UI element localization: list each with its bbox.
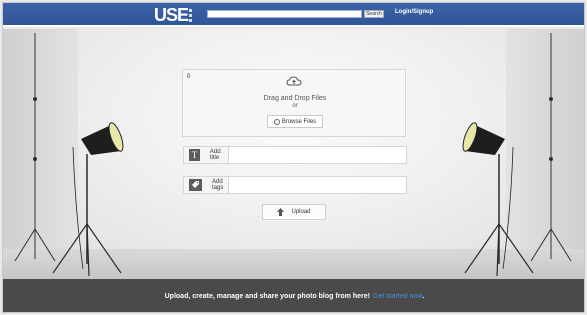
top-navbar: USE Search Login/Signup xyxy=(3,3,584,27)
logo-text: USE xyxy=(154,5,189,25)
add-tags-label: Add tags xyxy=(212,179,224,191)
login-signup-link[interactable]: Login/Signup xyxy=(395,9,433,15)
browse-files-button[interactable]: Browse Files xyxy=(267,115,323,128)
site-logo[interactable]: USE xyxy=(154,5,193,25)
studio-background: 0 Drag and Drop Files or Browse Files T … xyxy=(3,29,584,279)
tag-icon xyxy=(189,179,202,191)
tags-field-row: Add tags xyxy=(183,176,407,194)
text-icon: T xyxy=(189,149,200,161)
add-title-button[interactable]: T Add title xyxy=(184,147,229,163)
footer-tagline: Upload, create, manage and share your ph… xyxy=(164,293,370,300)
search-input[interactable] xyxy=(207,10,362,18)
cloud-upload-icon xyxy=(286,76,302,86)
get-started-link[interactable]: Get started now xyxy=(373,293,422,300)
footer-period: . xyxy=(422,293,425,300)
upload-button-label: Upload xyxy=(291,209,311,215)
add-tags-button[interactable]: Add tags xyxy=(184,177,229,193)
browse-files-label: Browse Files xyxy=(281,118,317,125)
title-input[interactable] xyxy=(229,147,406,163)
right-studio-light-icon xyxy=(462,122,534,277)
search-icon xyxy=(273,118,280,125)
drop-instructions: Drag and Drop Files xyxy=(263,95,327,102)
upload-button[interactable]: Upload xyxy=(262,204,326,220)
file-count: 0 xyxy=(187,74,191,80)
drop-zone[interactable]: 0 Drag and Drop Files or Browse Files xyxy=(182,69,406,137)
left-studio-light-icon xyxy=(52,122,124,277)
right-backdrop-stand-icon xyxy=(530,33,572,262)
up-arrow-icon xyxy=(277,208,285,216)
logo-mark-icon xyxy=(189,8,193,23)
title-field-row: T Add title xyxy=(183,146,407,164)
search-button[interactable]: Search xyxy=(364,10,384,18)
footer-banner: Upload, create, manage and share your ph… xyxy=(3,279,584,312)
app-frame: USE Search Login/Signup 0 Drag and Drop … xyxy=(2,2,585,313)
or-separator: or xyxy=(292,103,298,109)
left-backdrop-stand-icon xyxy=(14,33,56,262)
tags-input[interactable] xyxy=(229,177,406,193)
add-title-label: Add title xyxy=(209,149,221,161)
